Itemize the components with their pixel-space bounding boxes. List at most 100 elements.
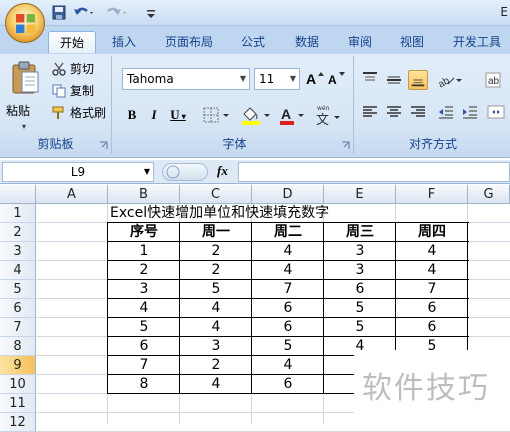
table-cell[interactable]: 5 — [180, 280, 252, 299]
row-header[interactable]: 3 — [0, 242, 36, 261]
align-top-icon[interactable] — [360, 70, 380, 90]
table-cell[interactable]: 5 — [324, 299, 396, 318]
dialog-launcher-icon[interactable] — [99, 141, 108, 150]
shrink-font-button[interactable]: A — [326, 68, 346, 90]
table-cell[interactable]: 2 — [180, 261, 252, 280]
row-header[interactable]: 11 — [0, 394, 36, 413]
table-cell[interactable]: 2 — [180, 242, 252, 261]
column-header[interactable]: G — [468, 185, 510, 204]
table-cell[interactable]: 4 — [252, 242, 324, 261]
row-header[interactable]: 6 — [0, 299, 36, 318]
tab-developer[interactable]: 开发工具 — [453, 31, 501, 53]
tab-formulas[interactable]: 公式 — [241, 31, 265, 53]
bold-button[interactable]: B — [122, 104, 142, 126]
column-header[interactable]: E — [324, 185, 396, 204]
table-cell[interactable]: 6 — [324, 280, 396, 299]
tab-review[interactable]: 审阅 — [348, 31, 372, 53]
column-header[interactable]: F — [396, 185, 468, 204]
table-cell[interactable]: 6 — [252, 299, 324, 318]
table-header-cell[interactable]: 周三 — [324, 223, 396, 242]
formula-input[interactable] — [238, 162, 510, 182]
column-header[interactable]: B — [108, 185, 180, 204]
office-button[interactable] — [5, 3, 45, 43]
table-cell[interactable]: 6 — [252, 375, 324, 394]
redo-icon[interactable] — [106, 5, 128, 21]
insert-function-button[interactable]: fx — [217, 163, 228, 179]
table-cell[interactable]: 4 — [180, 375, 252, 394]
row-header[interactable]: 1 — [0, 204, 36, 223]
customize-quick-access-icon[interactable] — [146, 5, 156, 21]
formula-bar-controls[interactable] — [162, 163, 208, 181]
table-cell[interactable]: 7 — [108, 356, 180, 375]
decrease-indent-icon[interactable] — [436, 102, 456, 122]
tab-insert[interactable]: 插入 — [112, 31, 136, 53]
row-header[interactable]: 8 — [0, 337, 36, 356]
table-cell[interactable]: 6 — [396, 318, 468, 337]
wrap-text-icon[interactable]: ab — [484, 70, 504, 90]
merge-center-icon[interactable] — [486, 102, 506, 122]
dialog-launcher-icon[interactable] — [341, 141, 350, 150]
table-cell[interactable]: 1 — [108, 242, 180, 261]
borders-button[interactable] — [202, 104, 232, 126]
table-cell[interactable]: 5 — [108, 318, 180, 337]
row-header[interactable]: 10 — [0, 375, 36, 394]
table-cell[interactable]: 4 — [396, 261, 468, 280]
table-cell[interactable]: 5 — [252, 337, 324, 356]
save-icon[interactable] — [52, 5, 66, 21]
table-cell[interactable]: 7 — [252, 280, 324, 299]
table-cell[interactable]: 3 — [324, 242, 396, 261]
table-cell[interactable]: 4 — [396, 242, 468, 261]
tab-page-layout[interactable]: 页面布局 — [165, 31, 213, 53]
align-left-icon[interactable] — [360, 102, 380, 122]
table-header-cell[interactable]: 序号 — [108, 223, 180, 242]
table-cell[interactable]: 3 — [180, 337, 252, 356]
column-header[interactable]: A — [36, 185, 108, 204]
sheet-title[interactable]: Excel快速增加单位和快速填充数字 — [110, 204, 329, 223]
table-cell[interactable]: 6 — [396, 299, 468, 318]
column-header[interactable]: D — [252, 185, 324, 204]
table-cell[interactable]: 6 — [252, 318, 324, 337]
font-size-select[interactable]: 11 ▼ — [254, 68, 300, 90]
table-cell[interactable]: 4 — [108, 299, 180, 318]
table-cell[interactable]: 4 — [180, 318, 252, 337]
table-cell[interactable]: 4 — [252, 261, 324, 280]
font-name-select[interactable]: Tahoma ▼ — [122, 68, 250, 90]
worksheet-grid[interactable]: A B C D E F G 1 2 3 4 5 6 7 8 9 10 11 12 Excel快速增加单… — [0, 185, 510, 432]
align-right-icon[interactable] — [408, 102, 428, 122]
table-cell[interactable]: 7 — [396, 280, 468, 299]
table-cell[interactable]: 3 — [324, 261, 396, 280]
select-all-corner[interactable] — [0, 185, 36, 204]
table-cell[interactable]: 5 — [324, 318, 396, 337]
fill-color-button[interactable] — [240, 104, 274, 126]
paste-button[interactable]: 粘贴 ▾ — [6, 60, 44, 140]
phonetic-guide-button[interactable]: wén 文 — [314, 104, 344, 128]
row-header[interactable]: 12 — [0, 413, 36, 432]
table-cell[interactable]: 4 — [180, 299, 252, 318]
table-cell[interactable]: 6 — [108, 337, 180, 356]
table-cell[interactable]: 3 — [108, 280, 180, 299]
table-cell[interactable]: 2 — [108, 261, 180, 280]
row-header[interactable]: 9 — [0, 356, 36, 375]
name-box[interactable]: L9 ▼ — [2, 162, 154, 182]
font-color-button[interactable]: A — [278, 104, 308, 126]
underline-button[interactable]: U ▾ — [166, 104, 190, 126]
table-header-cell[interactable]: 周二 — [252, 223, 324, 242]
table-header-cell[interactable]: 周一 — [180, 223, 252, 242]
table-header-cell[interactable]: 周四 — [396, 223, 468, 242]
row-header[interactable]: 4 — [0, 261, 36, 280]
row-header[interactable]: 7 — [0, 318, 36, 337]
tab-home[interactable]: 开始 — [48, 31, 96, 53]
tab-data[interactable]: 数据 — [295, 31, 319, 53]
tab-view[interactable]: 视图 — [400, 31, 424, 53]
table-cell[interactable]: 2 — [180, 356, 252, 375]
align-bottom-icon[interactable] — [408, 70, 428, 90]
row-header[interactable]: 2 — [0, 223, 36, 242]
row-header[interactable]: 5 — [0, 280, 36, 299]
align-center-icon[interactable] — [384, 102, 404, 122]
orientation-icon[interactable]: ab — [436, 70, 464, 90]
table-cell[interactable]: 8 — [108, 375, 180, 394]
column-header[interactable]: C — [180, 185, 252, 204]
italic-button[interactable]: I — [146, 104, 162, 126]
grow-font-button[interactable]: A — [304, 68, 324, 90]
table-cell[interactable]: 4 — [252, 356, 324, 375]
